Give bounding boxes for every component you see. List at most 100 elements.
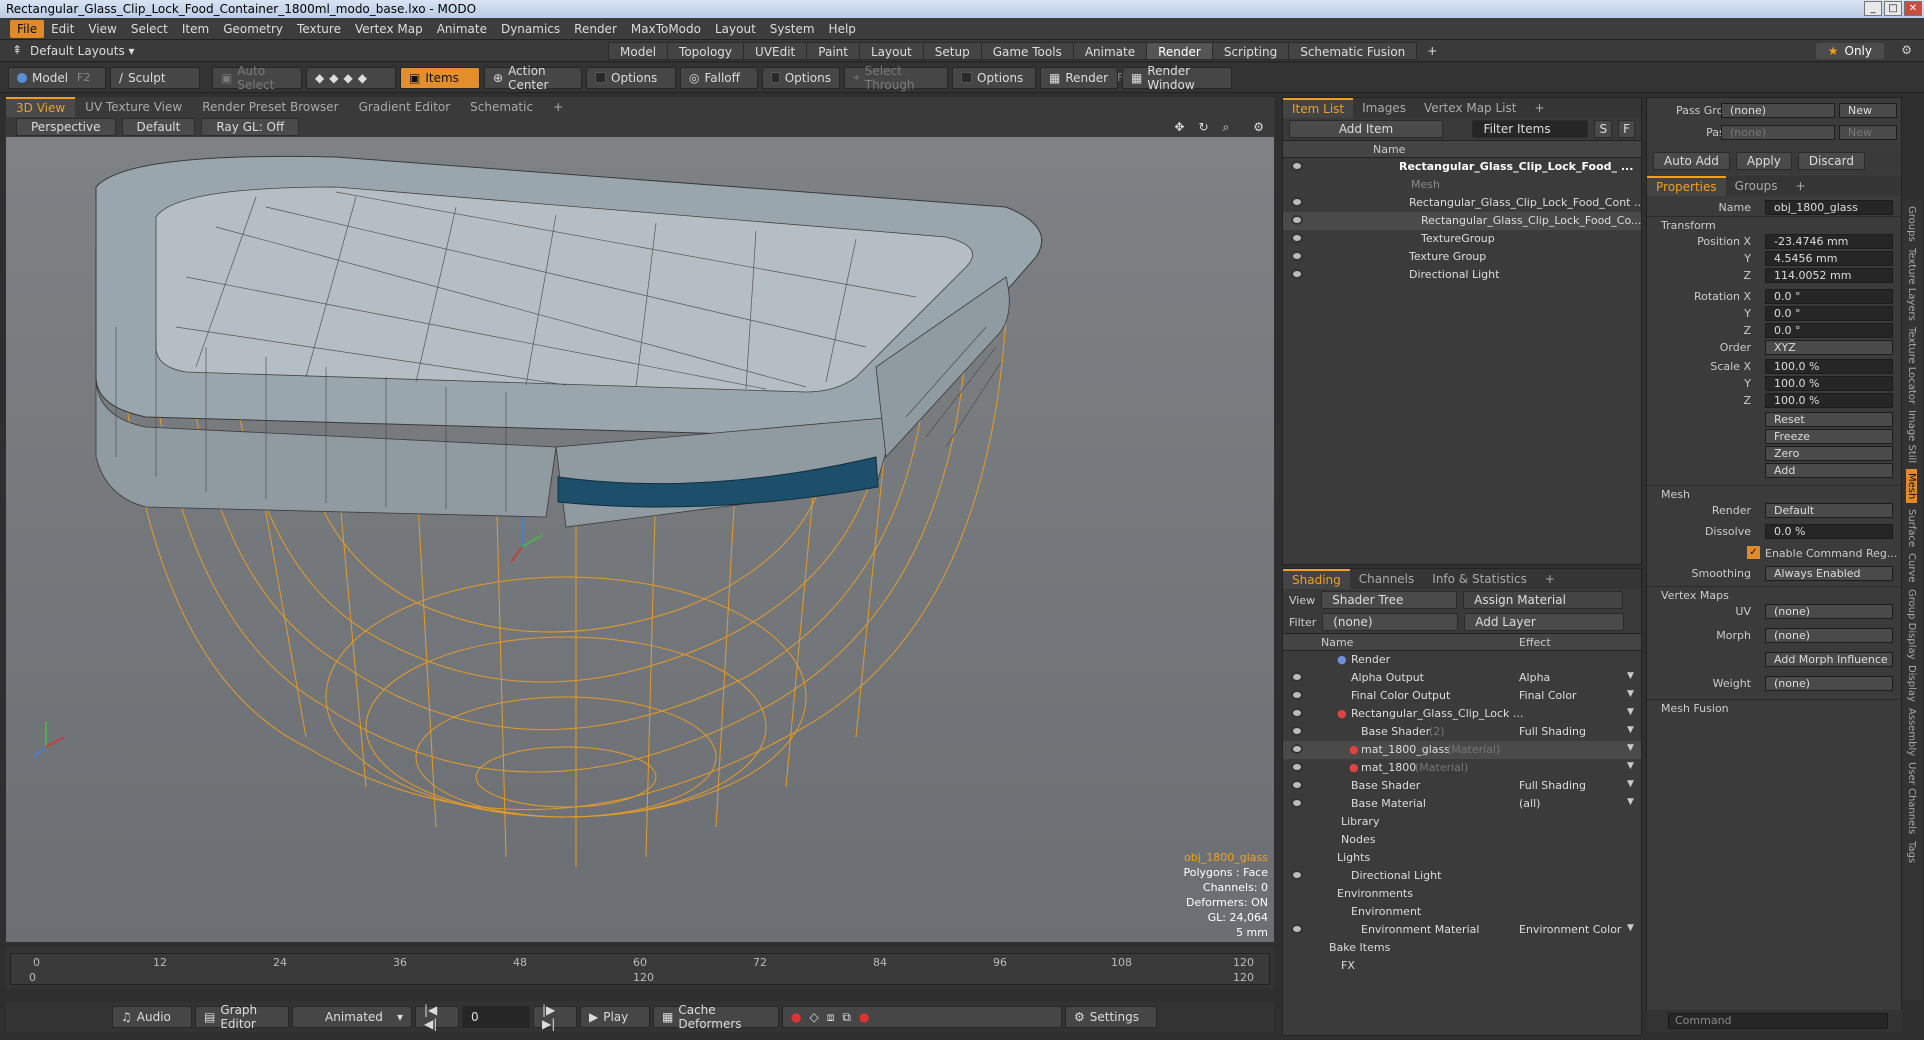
side-tab-display[interactable]: Display (1906, 665, 1917, 702)
minimize-button[interactable]: _ (1864, 1, 1882, 16)
scale-y-field[interactable]: 100.0 % (1765, 376, 1893, 391)
menu-texture[interactable]: Texture (290, 20, 348, 38)
items-button[interactable]: ▣ Items (400, 66, 480, 89)
tree-item[interactable]: Texture Group (1283, 248, 1641, 266)
tab-schematic-fusion[interactable]: Schematic Fusion (1288, 42, 1418, 60)
eye-icon[interactable] (1291, 924, 1303, 934)
menu-layout[interactable]: Layout (708, 20, 763, 38)
menu-dynamics[interactable]: Dynamics (494, 20, 567, 38)
side-tab-curve[interactable]: Curve (1906, 553, 1917, 583)
command-input[interactable]: Command (1668, 1013, 1888, 1029)
position-y-field[interactable]: 4.5456 mm (1765, 251, 1893, 266)
menu-render[interactable]: Render (567, 20, 624, 38)
eye-icon[interactable] (1291, 798, 1303, 808)
rotate-view-icon[interactable]: ↻ (1194, 120, 1212, 134)
tab-setup[interactable]: Setup (922, 42, 982, 60)
graph-editor-button[interactable]: ▤ Graph Editor (195, 1003, 289, 1031)
record-icon[interactable]: ● (791, 1010, 801, 1024)
zoom-view-icon[interactable]: ⌕ (1219, 120, 1234, 135)
menu-select[interactable]: Select (124, 20, 175, 38)
eye-icon[interactable] (1291, 197, 1303, 207)
tab-schematic[interactable]: Schematic (460, 98, 543, 116)
menu-animate[interactable]: Animate (430, 20, 494, 38)
menu-file[interactable]: File (10, 19, 45, 38)
select-through-options[interactable]: Options (952, 66, 1036, 89)
shader-row[interactable]: FX (1283, 957, 1641, 975)
transform-section[interactable]: Transform (1647, 216, 1901, 233)
shader-row[interactable]: ● mat_1800_glass (Material) ▼ (1283, 741, 1641, 759)
tab-uv-texture-view[interactable]: UV Texture View (75, 98, 192, 116)
add-tab-icon[interactable]: + (1525, 99, 1553, 117)
side-tab-image-still[interactable]: Image Still (1906, 410, 1917, 463)
zero-dropdown[interactable]: Zero (1765, 446, 1893, 461)
eye-icon[interactable] (1291, 269, 1303, 279)
eye-icon[interactable] (1291, 870, 1303, 880)
effect-column-header[interactable]: Effect (1519, 636, 1551, 649)
raygl-dropdown[interactable]: Ray GL: Off (201, 118, 300, 136)
shader-row[interactable]: Base Material (all) ▼ (1283, 795, 1641, 813)
enable-command-checkbox[interactable]: ✓ (1747, 546, 1760, 559)
side-tab-texture-layers[interactable]: Texture Layers (1906, 248, 1917, 321)
tab-scripting[interactable]: Scripting (1211, 42, 1290, 60)
position-x-field[interactable]: -23.4746 mm (1765, 234, 1893, 249)
model-button[interactable]: Model F2 (8, 66, 106, 89)
eye-icon[interactable] (1291, 672, 1303, 682)
eye-icon[interactable] (1291, 780, 1303, 790)
eye-icon[interactable] (1291, 744, 1303, 754)
default-layouts-dropdown[interactable]: Default Layouts ▾ (30, 44, 135, 58)
tab-properties[interactable]: Properties (1647, 176, 1726, 196)
tab-render[interactable]: Render (1146, 42, 1213, 60)
shader-row[interactable]: Environments (1283, 885, 1641, 903)
tab-render-preset-browser[interactable]: Render Preset Browser (192, 98, 348, 116)
render-dropdown[interactable]: Default (1765, 503, 1893, 518)
add-morph-influence-button[interactable]: Add Morph Influence (1765, 652, 1893, 667)
eye-icon[interactable] (1291, 708, 1303, 718)
shader-row[interactable]: Base Shader Full Shading ▼ (1283, 777, 1641, 795)
menu-vertex-map[interactable]: Vertex Map (348, 20, 430, 38)
tree-item[interactable]: Rectangular_Glass_Clip_Lock_Food_ ... (1283, 158, 1641, 176)
tab-model[interactable]: Model (608, 42, 669, 60)
side-tab-assembly[interactable]: Assembly (1906, 708, 1917, 756)
3d-viewport[interactable] (6, 137, 1274, 942)
scale-x-field[interactable]: 100.0 % (1765, 359, 1893, 374)
order-dropdown[interactable]: XYZ (1765, 340, 1893, 355)
tab-3d-view[interactable]: 3D View (6, 97, 76, 117)
tab-animate[interactable]: Animate (1072, 42, 1148, 60)
shader-row[interactable]: Directional Light (1283, 867, 1641, 885)
key-all-icon[interactable]: ⧉ (842, 1010, 851, 1025)
tab-shading[interactable]: Shading (1283, 569, 1350, 589)
move-view-icon[interactable]: ✥ (1170, 120, 1188, 134)
polygon-mode-icon[interactable]: ◆ (343, 71, 352, 85)
tab-game-tools[interactable]: Game Tools (980, 42, 1074, 60)
key-icon[interactable]: ◇ (809, 1010, 818, 1024)
side-tab-groups[interactable]: Groups (1906, 206, 1917, 242)
tab-images[interactable]: Images (1353, 99, 1415, 117)
side-tab-mesh[interactable]: Mesh (1906, 468, 1917, 504)
menu-item[interactable]: Item (175, 20, 216, 38)
timeline[interactable]: 0 12 24 36 48 60 72 84 96 108 120 0 120 … (6, 947, 1274, 989)
pass-groups-dropdown[interactable]: (none) (1721, 103, 1835, 118)
side-tab-surface[interactable]: Surface (1906, 509, 1917, 547)
eye-icon[interactable] (1291, 161, 1303, 171)
timeline-ruler[interactable]: 0 12 24 36 48 60 72 84 96 108 120 0 120 … (10, 953, 1270, 985)
rotation-x-field[interactable]: 0.0 ° (1765, 289, 1893, 304)
eye-icon[interactable] (1291, 251, 1303, 261)
eye-icon[interactable] (1291, 726, 1303, 736)
eye-icon[interactable] (1291, 762, 1303, 772)
view-dropdown[interactable]: Shader Tree (1321, 591, 1458, 609)
tab-channels[interactable]: Channels (1350, 570, 1424, 588)
tab-gradient-editor[interactable]: Gradient Editor (349, 98, 461, 116)
weight-dropdown[interactable]: (none) (1765, 676, 1893, 691)
menu-help[interactable]: Help (822, 20, 863, 38)
passes-dropdown[interactable]: (none) (1721, 125, 1835, 140)
render-window-button[interactable]: ▦ Render Window (1122, 64, 1232, 92)
tab-item-list[interactable]: Item List (1283, 98, 1354, 118)
close-button[interactable]: ✕ (1904, 1, 1922, 16)
eye-icon[interactable] (1291, 690, 1303, 700)
add-dropdown[interactable]: Add (1765, 463, 1893, 478)
eye-icon[interactable] (1291, 233, 1303, 243)
viewport-settings-icon[interactable]: ⚙ (1239, 120, 1274, 134)
add-tab-icon[interactable]: + (1536, 570, 1564, 588)
smoothing-dropdown[interactable]: Always Enabled (1765, 566, 1893, 581)
tree-item[interactable]: Directional Light (1283, 266, 1641, 284)
